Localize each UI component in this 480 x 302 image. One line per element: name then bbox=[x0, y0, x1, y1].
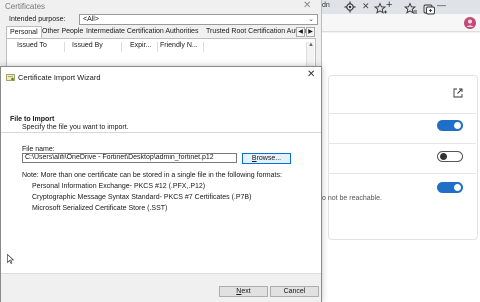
intended-purpose-label: Intended purpose: bbox=[9, 16, 66, 23]
scroll-up-icon[interactable]: ▲ bbox=[307, 42, 315, 50]
certificate-store-tabs: Personal Other People Intermediate Certi… bbox=[6, 26, 316, 38]
gear-icon[interactable] bbox=[343, 0, 357, 14]
setting-toggle-3[interactable] bbox=[437, 182, 463, 193]
file-name-label: File name: bbox=[22, 146, 55, 153]
browser-tab-title[interactable]: dn bbox=[322, 2, 330, 9]
intended-purpose-value: <All> bbox=[83, 16, 99, 23]
header-divider bbox=[1, 132, 321, 133]
certificates-title: Certificates bbox=[5, 2, 46, 11]
divider bbox=[328, 143, 476, 144]
column-issued-to[interactable]: Issued To bbox=[17, 42, 65, 52]
import-wizard-dialog: Certificate Import Wizard ✕ File to Impo… bbox=[0, 66, 322, 302]
divider bbox=[328, 173, 476, 174]
formats-note: Note: More than one certificate can be s… bbox=[22, 172, 282, 179]
browse-label: rowse... bbox=[256, 155, 282, 162]
open-external-icon[interactable] bbox=[453, 88, 463, 98]
file-name-input[interactable]: C:\Users\alifi\OneDrive - Fortinet\Deskt… bbox=[22, 153, 237, 163]
collections-icon[interactable] bbox=[422, 2, 436, 16]
divider bbox=[328, 113, 476, 114]
cancel-label: Cancel bbox=[283, 288, 306, 295]
tab-close-icon[interactable]: ✕ bbox=[362, 1, 370, 12]
chevron-down-icon: ⌄ bbox=[308, 16, 314, 23]
format-item: Cryptographic Message Syntax Standard- P… bbox=[32, 194, 252, 201]
favorites-icon[interactable] bbox=[404, 2, 418, 16]
favorite-star-icon[interactable] bbox=[374, 2, 388, 16]
next-label: ext bbox=[241, 288, 251, 295]
column-friendly-name[interactable]: Friendly N... bbox=[160, 42, 204, 52]
intended-purpose-select[interactable]: <All> ⌄ bbox=[79, 14, 318, 25]
column-issued-by[interactable]: Issued By bbox=[72, 42, 122, 52]
page-title: File to Import bbox=[10, 116, 55, 123]
setting-description: o not be reachable. bbox=[322, 195, 382, 202]
format-item: Microsoft Serialized Certificate Store (… bbox=[32, 205, 168, 212]
tab-personal[interactable]: Personal bbox=[6, 26, 42, 38]
profile-icon[interactable] bbox=[463, 16, 477, 30]
setting-toggle-2[interactable] bbox=[437, 151, 463, 162]
close-icon[interactable]: ✕ bbox=[303, 0, 311, 11]
page-subtitle: Specify the file you want to import. bbox=[22, 124, 129, 131]
tab-scroll-left-icon[interactable]: ◀ bbox=[296, 27, 305, 37]
mouse-cursor-icon bbox=[7, 254, 15, 264]
tab-scroll-right-icon[interactable]: ▶ bbox=[306, 27, 315, 37]
browse-button[interactable]: Browse... bbox=[242, 153, 291, 164]
browser-toolbar bbox=[318, 14, 480, 32]
tab-other-people[interactable]: Other People bbox=[39, 26, 86, 38]
setting-toggle-1[interactable] bbox=[437, 120, 463, 131]
next-button[interactable]: Next bbox=[219, 286, 268, 297]
minimize-icon[interactable]: — bbox=[437, 0, 446, 10]
column-expiration[interactable]: Expir... bbox=[130, 42, 158, 52]
cancel-button[interactable]: Cancel bbox=[270, 286, 319, 297]
wizard-title: Certificate Import Wizard bbox=[18, 73, 101, 82]
tab-intermediate-ca[interactable]: Intermediate Certification Authorities bbox=[83, 26, 201, 38]
certificate-icon bbox=[6, 74, 15, 81]
close-icon[interactable]: ✕ bbox=[307, 69, 315, 80]
format-item: Personal Information Exchange- PKCS #12 … bbox=[32, 183, 206, 190]
